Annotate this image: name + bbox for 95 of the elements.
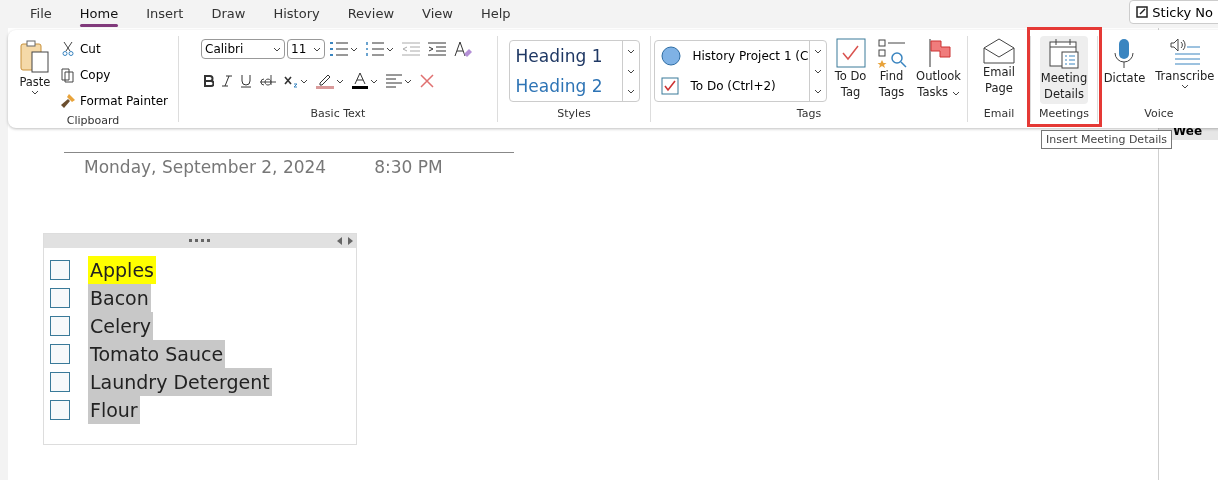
- find-tags-icon: [876, 38, 907, 68]
- checkbox-tag-icon: [835, 38, 866, 68]
- expand-icon: [813, 88, 822, 94]
- list-item-text: Tomato Sauce: [88, 340, 226, 368]
- note-icon: [1136, 6, 1149, 18]
- menu-tab[interactable]: Draw: [203, 4, 254, 24]
- caret-icon: [30, 90, 39, 95]
- scroll-up-icon: [626, 48, 635, 54]
- group-label: Email: [983, 107, 1015, 122]
- list-item-text: Apples: [88, 256, 156, 284]
- flag-icon: [926, 38, 951, 68]
- resize-arrows-icon[interactable]: [336, 237, 354, 245]
- paste-button[interactable]: Paste: [15, 38, 54, 97]
- microphone-icon: [1112, 38, 1137, 70]
- menu-tab[interactable]: Help: [472, 4, 519, 24]
- menu-tab[interactable]: History: [265, 4, 328, 24]
- voice-button[interactable]: Dictate: [1100, 36, 1149, 88]
- clipboard-action[interactable]: Cut: [57, 36, 171, 62]
- expand-icon: [626, 88, 635, 94]
- page-date: Monday, September 2, 2024: [84, 157, 327, 177]
- menu-tab[interactable]: Review: [339, 4, 403, 24]
- list-item-text: Bacon: [88, 284, 151, 312]
- caret-icon: [350, 46, 358, 52]
- checkbox-icon: [660, 77, 679, 95]
- scroll-down-icon: [813, 68, 822, 74]
- bold-icon: [204, 75, 214, 87]
- caret-icon: [951, 91, 960, 96]
- todo-checkbox[interactable]: [50, 372, 70, 392]
- style-option[interactable]: Heading 1: [515, 46, 616, 66]
- highlighter-icon: [316, 73, 334, 89]
- strikethrough-icon: [260, 75, 276, 87]
- italic-icon: [222, 75, 232, 87]
- group-label: Clipboard: [66, 114, 120, 129]
- tag-option[interactable]: To Do (Ctrl+2): [656, 73, 807, 99]
- caret-icon: [370, 78, 378, 84]
- tag-action-button[interactable]: Outlook Tasks: [912, 36, 965, 102]
- style-option[interactable]: Heading 2: [515, 76, 616, 96]
- caret-icon: [404, 78, 412, 84]
- clipboard-icon: [18, 40, 51, 74]
- group-label: Voice: [1144, 107, 1174, 122]
- brush-icon: [59, 93, 76, 109]
- email-page-button[interactable]: Email Page: [979, 36, 1019, 98]
- drag-handle-icon[interactable]: [189, 239, 211, 243]
- list-item-text: Flour: [88, 396, 140, 424]
- align-left-icon: [386, 74, 402, 88]
- meeting-details-button[interactable]: Meeting Details: [1040, 36, 1088, 104]
- font-size-dropdown[interactable]: 11: [287, 39, 325, 59]
- tag-option[interactable]: History Project 1 (C: [656, 43, 807, 69]
- scroll-down-icon: [626, 68, 635, 74]
- envelope-icon: [983, 38, 1015, 64]
- list-item-text: Laundry Detergent: [88, 368, 272, 396]
- circle-icon: [660, 46, 681, 66]
- voice-button[interactable]: Transcribe: [1152, 36, 1218, 91]
- page-time: 8:30 PM: [374, 157, 443, 177]
- tag-action-button[interactable]: To Do Tag: [830, 36, 871, 102]
- caret-icon: [1180, 84, 1189, 89]
- menu-tab[interactable]: Home: [71, 4, 127, 24]
- group-label: Meetings: [1038, 107, 1090, 122]
- menu-tab[interactable]: Insert: [138, 4, 192, 24]
- indent-icon: [428, 42, 446, 56]
- todo-checkbox[interactable]: [50, 344, 70, 364]
- clipboard-action[interactable]: Format Painter: [57, 88, 171, 114]
- close-icon: [420, 74, 434, 88]
- caret-icon: [300, 78, 308, 84]
- group-label: Styles: [557, 107, 591, 122]
- scissors-icon: [59, 41, 76, 57]
- caret-icon: [386, 46, 394, 52]
- outdent-icon: [402, 42, 420, 56]
- tag-action-button[interactable]: Find Tags: [874, 36, 909, 102]
- bullets-icon: [330, 42, 348, 56]
- todo-checkbox[interactable]: [50, 260, 70, 280]
- todo-checkbox[interactable]: [50, 400, 70, 420]
- menu-tab[interactable]: File: [22, 4, 60, 24]
- eraser-icon: [454, 40, 472, 58]
- scroll-up-icon: [813, 48, 822, 54]
- list-item-text: Celery: [88, 312, 153, 340]
- calendar-icon: [1048, 38, 1080, 70]
- copy-icon: [59, 67, 76, 83]
- caret-icon: [273, 46, 281, 52]
- subscript-icon: [284, 74, 298, 88]
- tooltip: Insert Meeting Details: [1041, 130, 1173, 149]
- caret-icon: [336, 78, 344, 84]
- underline-icon: [240, 74, 252, 88]
- todo-checkbox[interactable]: [50, 316, 70, 336]
- caret-icon: [313, 46, 321, 52]
- todo-checkbox[interactable]: [50, 288, 70, 308]
- font-name-dropdown[interactable]: Calibri: [201, 39, 285, 59]
- numbered-list-icon: [366, 42, 384, 56]
- menu-tab[interactable]: View: [414, 4, 461, 24]
- clipboard-action[interactable]: Copy: [57, 62, 171, 88]
- group-label: Tags: [796, 107, 822, 122]
- font-color-icon: [352, 73, 368, 89]
- transcribe-icon: [1168, 38, 1201, 68]
- sticky-notes-button[interactable]: Sticky No: [1129, 0, 1218, 24]
- group-label: Basic Text: [310, 107, 366, 122]
